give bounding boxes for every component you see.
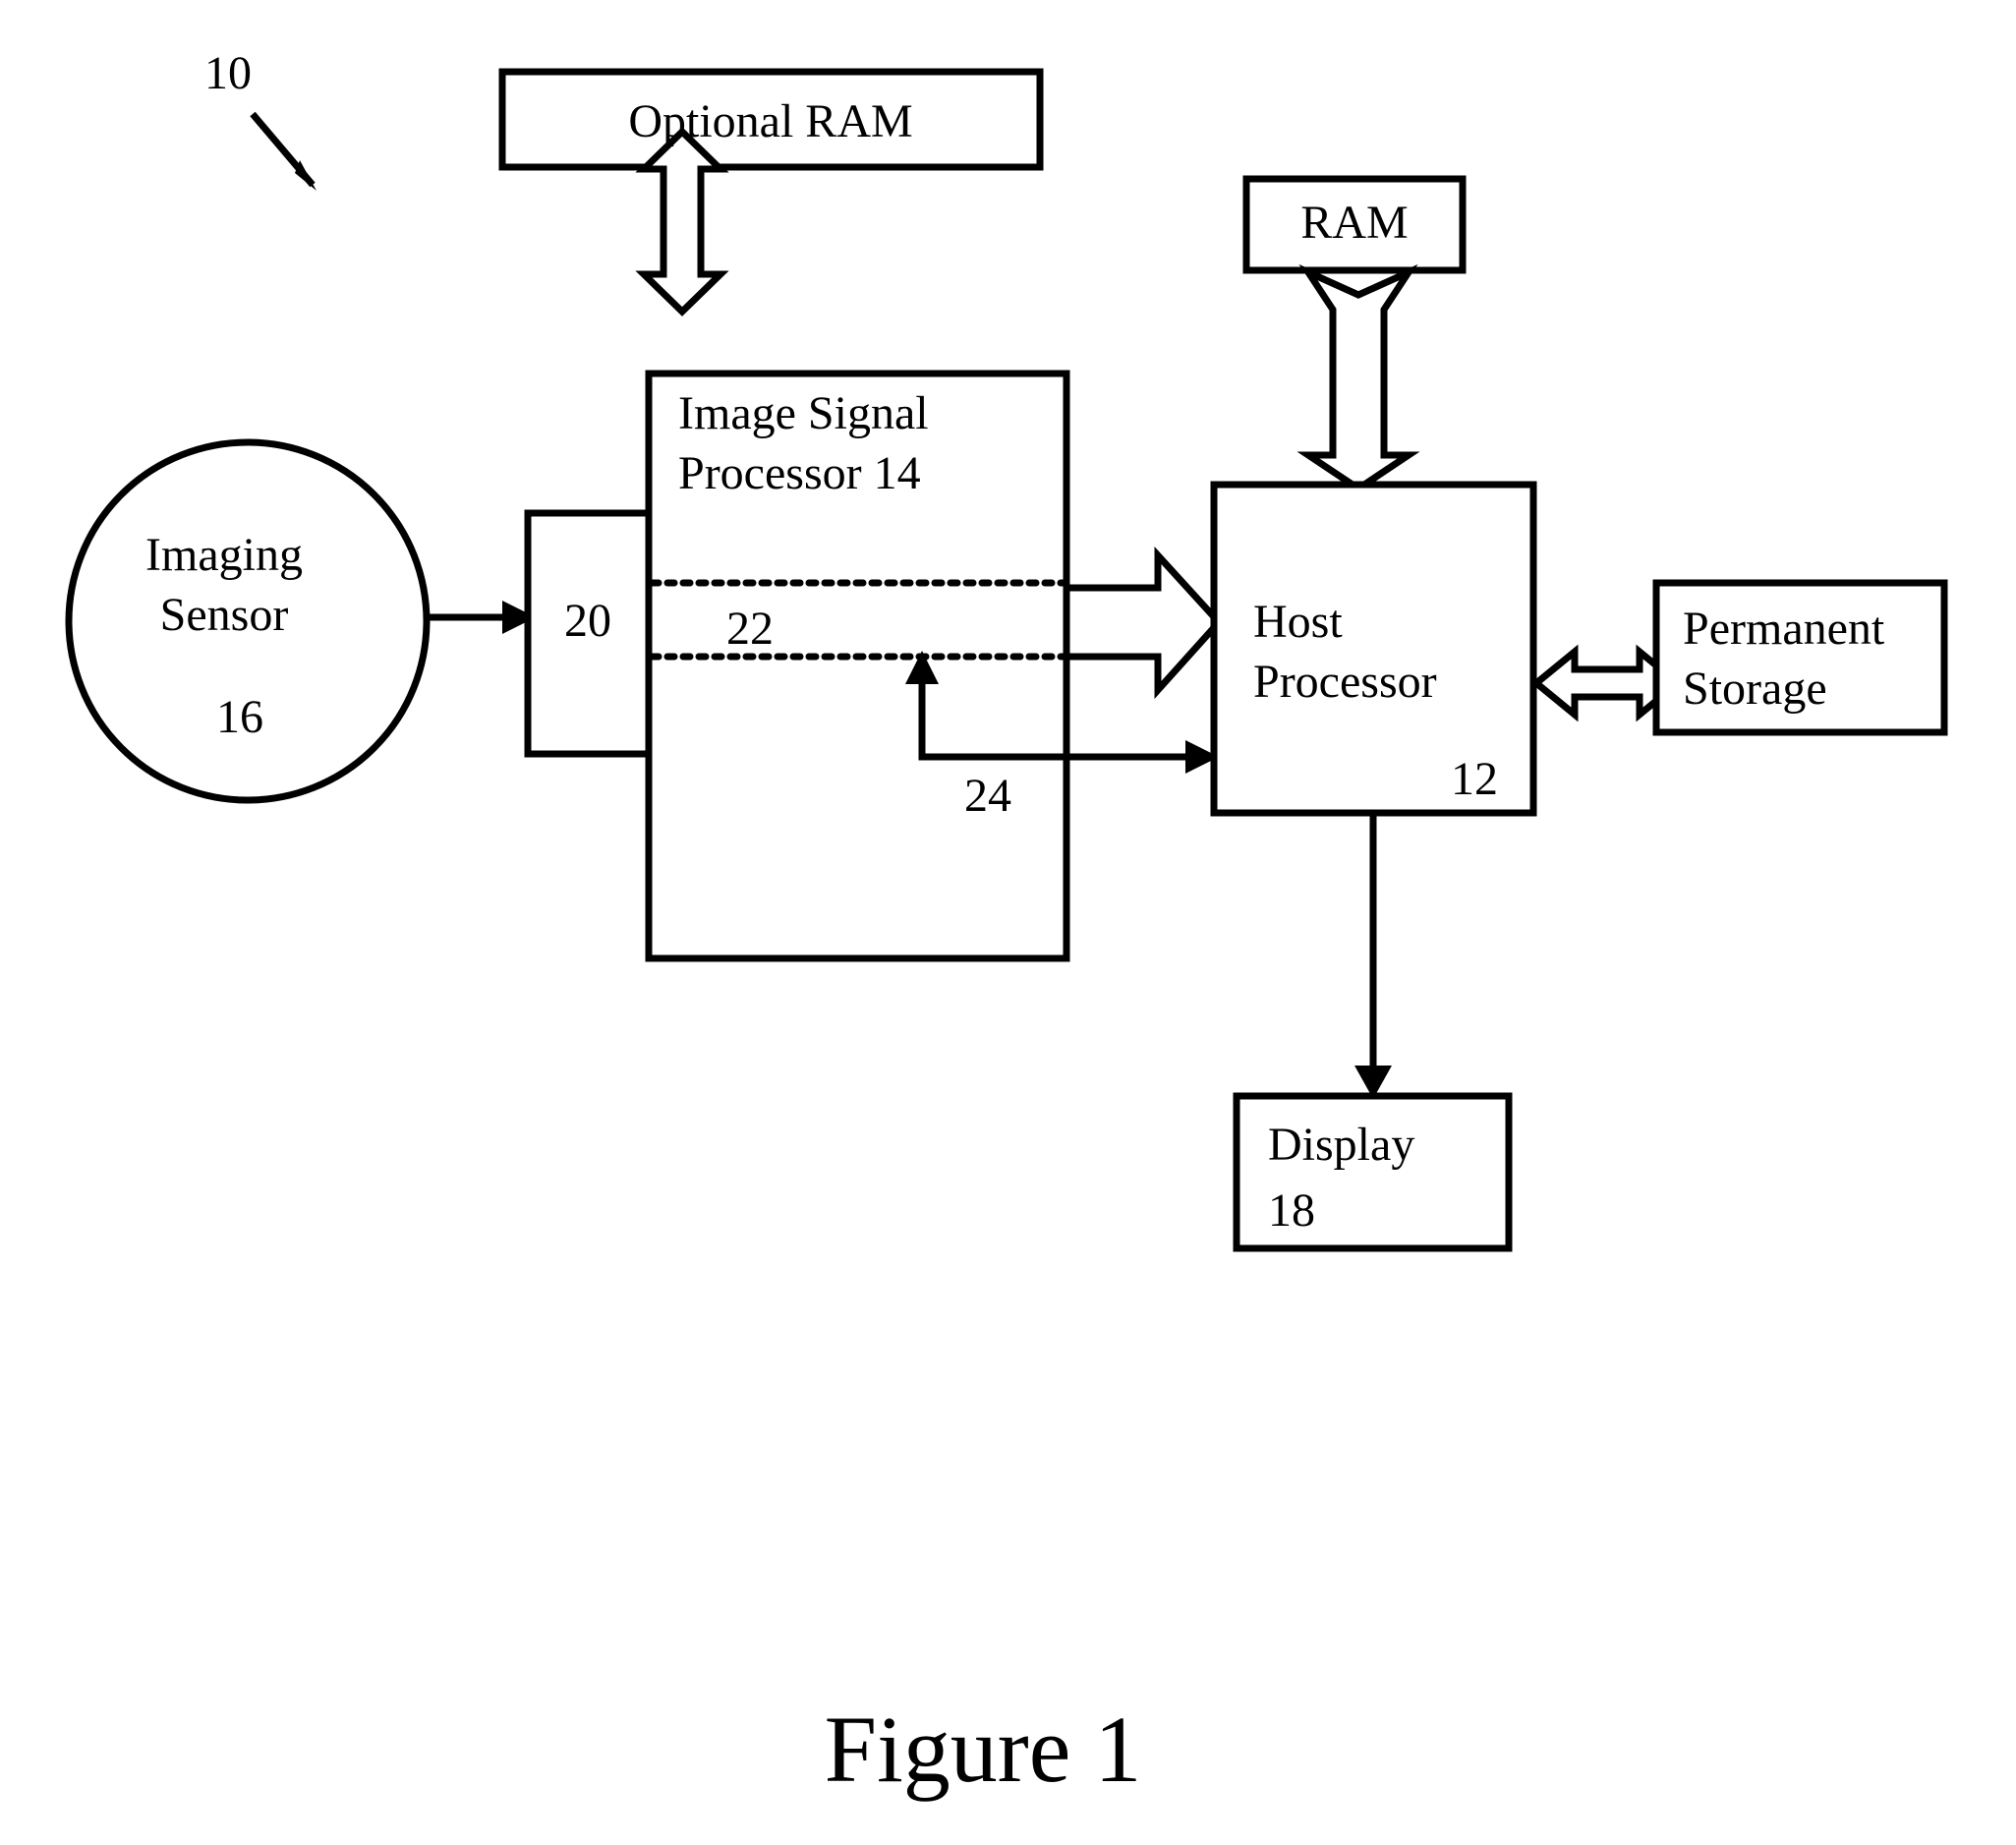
system-reference-callout bbox=[250, 111, 317, 191]
display-ref: 18 bbox=[1268, 1184, 1315, 1237]
imaging-sensor-ref: 16 bbox=[216, 691, 263, 743]
isp-label-line2: Processor 14 bbox=[678, 447, 921, 499]
isp-label-line1: Image Signal bbox=[678, 387, 929, 439]
permanent-storage-label-line1: Permanent bbox=[1683, 603, 1885, 655]
interface-20-ref: 20 bbox=[564, 595, 611, 647]
isp-feedback-ref-24: 24 bbox=[964, 770, 1011, 822]
block-diagram: 10 Optional RAM RAM Imaging Sensor 16 20… bbox=[65, 47, 1948, 1802]
sensor-to-interface-arrow bbox=[430, 601, 536, 634]
imaging-sensor-label-line2: Sensor bbox=[160, 589, 289, 641]
system-reference-arrowhead bbox=[295, 160, 317, 191]
figure-caption: Figure 1 bbox=[825, 1697, 1142, 1802]
optional-ram-to-isp-arrow bbox=[635, 127, 729, 317]
display-label: Display bbox=[1268, 1119, 1414, 1171]
host-processor-label-line2: Processor bbox=[1253, 656, 1437, 708]
optional-ram-label: Optional RAM bbox=[628, 95, 912, 147]
patent-figure: 10 Optional RAM RAM Imaging Sensor 16 20… bbox=[0, 0, 2016, 1845]
isp-to-host-arrow bbox=[1063, 546, 1224, 700]
system-reference-label: 10 bbox=[204, 47, 252, 99]
imaging-sensor-label-line1: Imaging bbox=[145, 529, 303, 581]
host-processor-ref: 12 bbox=[1451, 753, 1498, 805]
host-processor-label-line1: Host bbox=[1253, 596, 1343, 648]
host-to-display-arrow bbox=[1354, 813, 1392, 1099]
isp-band-ref-22: 22 bbox=[726, 603, 774, 655]
ram-label: RAM bbox=[1300, 197, 1408, 249]
ram-to-host-arrow bbox=[1296, 263, 1420, 493]
permanent-storage-label-line2: Storage bbox=[1683, 663, 1827, 715]
